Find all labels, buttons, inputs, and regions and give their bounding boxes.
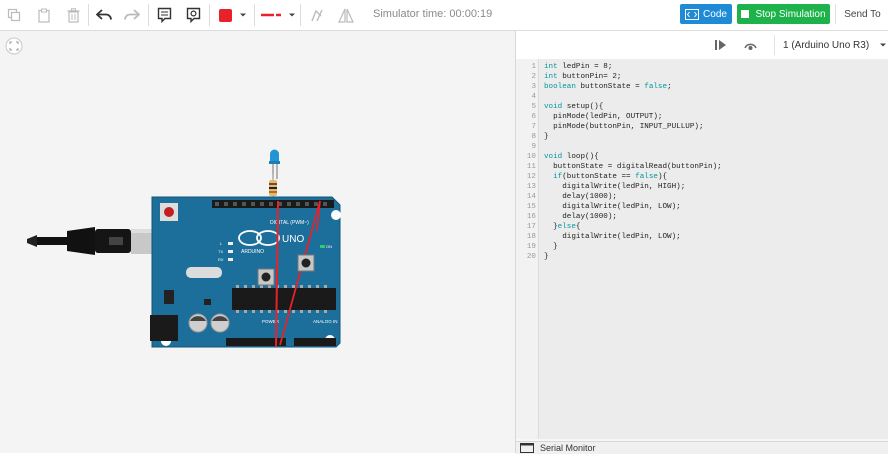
simulator-time: Simulator time: 00:00:19 (373, 8, 493, 20)
code-panel: 1 (Arduino Uno R3) 1 2 3 4 5 6 7 8 9 10 11 12 13 14 15… (516, 31, 888, 454)
circuit-canvas[interactable]: DIGITAL (PWM~) UNO ARDUINO L TX RX ON PO… (0, 31, 515, 453)
paste-icon[interactable] (34, 5, 54, 25)
code-text[interactable]: int ledPin = 8; int buttonPin= 2; boolean … (544, 62, 722, 262)
stop-icon (741, 10, 750, 18)
color-swatch (219, 8, 232, 22)
arduino-uno-board[interactable]: DIGITAL (PWM~) UNO ARDUINO L TX RX ON PO… (150, 195, 346, 351)
chevron-down-icon (880, 43, 887, 47)
code-line[interactable]: delay(1000); (544, 212, 722, 222)
code-line[interactable] (544, 92, 722, 102)
tx-label: TX (218, 249, 223, 254)
code-line[interactable]: if(buttonState == false){ (544, 172, 722, 182)
code-button-label: Code (703, 8, 727, 20)
line-number: 14 (526, 193, 536, 201)
code-line[interactable]: pinMode(ledPin, OUTPUT); (544, 112, 722, 122)
code-line[interactable]: digitalWrite(ledPin, LOW); (544, 202, 722, 212)
on-label: ON (326, 244, 332, 249)
code-line[interactable]: void loop(){ (544, 152, 722, 162)
code-line[interactable]: } (544, 242, 722, 252)
board-select-value: 1 (Arduino Uno R3) (783, 39, 870, 51)
arduino-label: ARDUINO (241, 249, 264, 255)
step-icon[interactable] (714, 39, 728, 51)
line-number: 3 (531, 83, 536, 91)
line-number: 11 (526, 163, 536, 171)
debug-icon[interactable] (743, 39, 758, 51)
line-number: 1 (531, 63, 536, 71)
line-number: 16 (526, 213, 536, 221)
visibility-icon[interactable] (183, 5, 203, 25)
line-number: 17 (526, 223, 536, 231)
rx-label: RX (218, 257, 224, 262)
chevron-down-icon (288, 13, 295, 17)
line-number: 7 (531, 123, 536, 131)
code-line[interactable] (544, 142, 722, 152)
chevron-down-icon (240, 13, 246, 17)
color-picker-button[interactable] (216, 5, 250, 25)
code-line[interactable]: boolean buttonState = false; (544, 82, 722, 92)
code-icon (685, 8, 700, 20)
line-number: 15 (526, 203, 536, 211)
line-number: 9 (531, 143, 536, 151)
code-toolbar: 1 (Arduino Uno R3) (516, 31, 888, 60)
top-toolbar: Simulator time: 00:00:19 Code Stop Simul… (0, 0, 888, 31)
code-line[interactable]: buttonState = digitalRead(buttonPin); (544, 162, 722, 172)
code-editor[interactable]: 1 2 3 4 5 6 7 8 9 10 11 12 13 14 15 16 17 18 19 20 int ledP… (516, 59, 888, 439)
analog-label: ANALOG IN (313, 319, 338, 324)
code-line[interactable]: void setup(){ (544, 102, 722, 112)
redo-icon[interactable] (122, 5, 142, 25)
code-line[interactable]: delay(1000); (544, 192, 722, 202)
line-number: 6 (531, 113, 536, 121)
code-line[interactable]: pinMode(buttonPin, INPUT_PULLUP); (544, 122, 722, 132)
code-line[interactable]: int ledPin = 8; (544, 62, 722, 72)
line-number: 19 (526, 243, 536, 251)
digital-label: DIGITAL (PWM~) (270, 220, 309, 226)
stop-simulation-label: Stop Simulation (755, 8, 826, 20)
rotate-icon[interactable] (306, 5, 326, 25)
line-number: 13 (526, 183, 536, 191)
code-line[interactable]: } (544, 132, 722, 142)
copy-icon[interactable] (4, 5, 24, 25)
line-number: 4 (531, 93, 536, 101)
terminal-icon (520, 443, 534, 453)
flip-icon[interactable] (336, 5, 356, 25)
uno-brand-label: UNO (282, 234, 304, 245)
notes-icon[interactable] (154, 5, 174, 25)
board-select[interactable]: 1 (Arduino Uno R3) (774, 35, 888, 55)
fit-view-icon[interactable] (5, 37, 23, 55)
serial-monitor-bar[interactable]: Serial Monitor (516, 441, 888, 454)
code-line[interactable]: digitalWrite(ledPin, HIGH); (544, 182, 722, 192)
line-number: 8 (531, 133, 536, 141)
stop-simulation-button[interactable]: Stop Simulation (737, 4, 830, 24)
line-number: 18 (526, 233, 536, 241)
code-line[interactable]: } (544, 252, 722, 262)
wire-type-button[interactable] (259, 5, 297, 25)
delete-icon[interactable] (63, 5, 83, 25)
serial-monitor-label: Serial Monitor (540, 443, 596, 453)
line-numbers: 1 2 3 4 5 6 7 8 9 10 11 12 13 14 15 16 17 18 19 20 (516, 62, 536, 262)
line-number: 12 (526, 173, 536, 181)
undo-icon[interactable] (94, 5, 114, 25)
line-number: 20 (526, 253, 536, 261)
line-number: 5 (531, 103, 536, 111)
code-line[interactable]: digitalWrite(ledPin, LOW); (544, 232, 722, 242)
code-line[interactable]: }else{ (544, 222, 722, 232)
code-line[interactable]: int buttonPin= 2; (544, 72, 722, 82)
line-number: 10 (526, 153, 536, 161)
line-number: 2 (531, 73, 536, 81)
send-to-button[interactable]: Send To (835, 4, 888, 24)
wire-style-icon (260, 13, 281, 17)
code-button[interactable]: Code (680, 4, 732, 24)
